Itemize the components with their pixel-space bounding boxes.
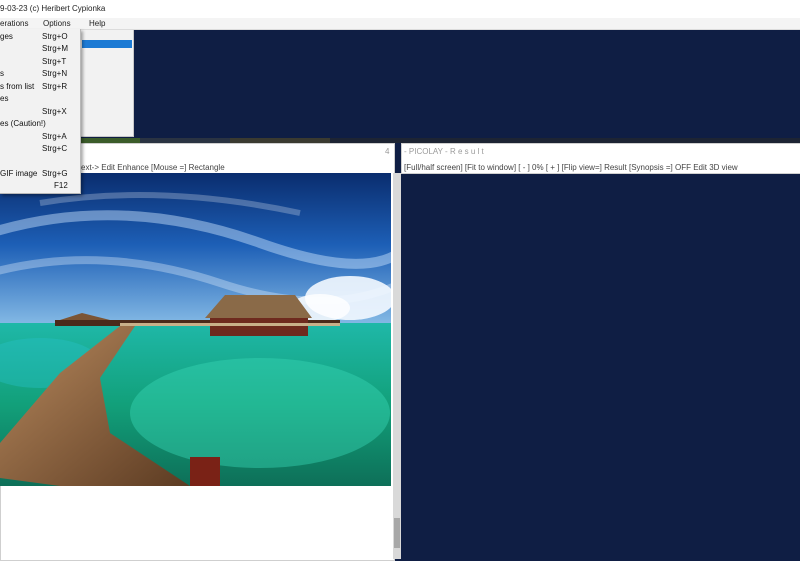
- menu-bar: erations Options Help: [0, 18, 800, 30]
- menu-item-label: es (Caution!): [0, 119, 46, 128]
- menu-item[interactable]: s Strg+N: [0, 68, 80, 80]
- menu-item-shortcut: Strg+N: [42, 69, 68, 78]
- menu-item-shortcut: Strg+A: [42, 132, 67, 141]
- bungalow-photo: [0, 173, 391, 486]
- menu-item-shortcut: Strg+T: [42, 57, 67, 66]
- menu-item[interactable]: Strg+M: [0, 43, 80, 55]
- menu-item-label: ges: [0, 32, 13, 41]
- menu-item-label: s from list: [0, 82, 35, 91]
- scrollbar-thumb[interactable]: [394, 518, 400, 548]
- menu-item[interactable]: GIF image Strg+G: [0, 168, 80, 180]
- menu-item[interactable]: es (Caution!): [0, 118, 80, 130]
- menu-item[interactable]: [0, 156, 80, 168]
- submenu-panel: [80, 30, 134, 137]
- menu-item-shortcut: Strg+M: [42, 44, 69, 53]
- menu-item-shortcut: F12: [54, 181, 68, 190]
- menu-operations[interactable]: erations: [0, 19, 28, 28]
- menu-options[interactable]: Options: [43, 19, 71, 28]
- scrollbar[interactable]: [393, 173, 401, 559]
- image-window-title: 4: [385, 147, 390, 156]
- app-title: 9-03-23 (c) Heribert Cypionka: [0, 4, 106, 13]
- menu-item[interactable]: Strg+C: [0, 143, 80, 155]
- menu-item-shortcut: Strg+G: [42, 169, 68, 178]
- menu-item[interactable]: F12: [0, 180, 80, 192]
- result-window: - PICOLAY - R e s u l t [Full/half scree…: [401, 143, 800, 174]
- menu-item-shortcut: Strg+R: [42, 82, 68, 91]
- result-window-toolbar[interactable]: [Full/half screen] [Fit to window] [ - ]…: [404, 163, 738, 172]
- menu-item[interactable]: Strg+A: [0, 131, 80, 143]
- file-menu-dropdown: ges Strg+O Strg+M Strg+T s Strg+N s from…: [0, 29, 81, 194]
- title-bar: 9-03-23 (c) Heribert Cypionka: [0, 0, 800, 19]
- menu-item-label: s: [0, 69, 4, 78]
- menu-item-label: GIF image: [0, 169, 38, 178]
- menu-item[interactable]: es: [0, 93, 80, 105]
- image-window-toolbar[interactable]: ext-> Edit Enhance [Mouse =] Rectangle: [81, 163, 225, 172]
- menu-item-label: es: [0, 94, 9, 103]
- menu-item-shortcut: Strg+C: [42, 144, 68, 153]
- menu-item-shortcut: Strg+O: [42, 32, 68, 41]
- menu-item[interactable]: s from list Strg+R: [0, 81, 80, 93]
- menu-item[interactable]: Strg+X: [0, 106, 80, 118]
- menu-item-shortcut: Strg+X: [42, 107, 67, 116]
- result-window-title: - PICOLAY - R e s u l t: [404, 147, 484, 156]
- submenu-highlight[interactable]: [82, 40, 132, 48]
- menu-item[interactable]: Strg+T: [0, 56, 80, 68]
- menu-item[interactable]: ges Strg+O: [0, 31, 80, 43]
- menu-help[interactable]: Help: [89, 19, 105, 28]
